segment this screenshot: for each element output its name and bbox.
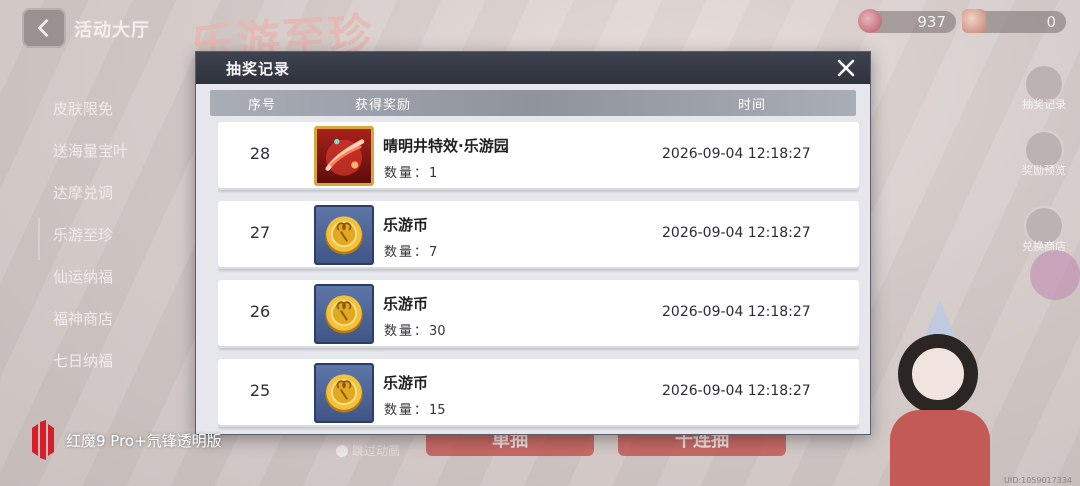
sidebar-item[interactable]: 福神商店	[38, 302, 168, 344]
column-header: 序号 获得奖励 时间	[210, 90, 856, 116]
coin-icon[interactable]	[314, 205, 374, 265]
coin-icon-art	[325, 374, 363, 413]
sidebar-item[interactable]: 仙运纳福	[38, 260, 168, 302]
draw-record-dialog: 抽奖记录 序号 获得奖励 时间 28 晴明井特效·乐游园 数量：1 2026-0…	[195, 51, 871, 435]
character-head	[898, 334, 978, 414]
record-no: 27	[249, 223, 271, 242]
quantity-label: 数量：	[384, 324, 430, 339]
quantity-value: 30	[429, 324, 446, 339]
skip-animation-toggle[interactable]: 跳过动画	[336, 442, 400, 459]
device-watermark: 红魔9 Pro+氘锋透明版	[28, 420, 222, 460]
checkbox-icon	[336, 445, 348, 457]
sidebar-item[interactable]: 达摩兑调	[38, 176, 168, 218]
quantity-value: 15	[429, 403, 446, 418]
quantity-label: 数量：	[384, 245, 430, 260]
currency-2-amount: 0	[1046, 13, 1056, 31]
reward-name: 晴明井特效·乐游园	[383, 137, 509, 155]
reward-quantity: 数量：15	[384, 399, 446, 418]
quantity-label: 数量：	[384, 403, 430, 418]
record-no: 26	[249, 302, 271, 321]
column-time: 时间	[738, 98, 767, 113]
reward-name: 乐游币	[383, 374, 429, 392]
character-body	[890, 410, 990, 486]
sidebar-item[interactable]: 七日纳福	[38, 344, 168, 386]
character-illustration	[880, 300, 1000, 486]
record-row: 28 晴明井特效·乐游园 数量：1 2026-09-04 12:18:27	[218, 122, 859, 190]
reward-quantity: 数量：7	[384, 241, 437, 260]
quantity-label: 数量：	[384, 166, 430, 181]
watermark-text: 红魔9 Pro+氘锋透明版	[66, 431, 222, 450]
quantity-value: 7	[429, 245, 438, 260]
draw-record-label: 抽奖记录	[1022, 98, 1066, 111]
record-time: 2026-09-04 12:18:27	[662, 304, 811, 320]
reward-quantity: 数量：30	[384, 320, 446, 339]
record-no: 28	[249, 144, 271, 163]
coin-icon[interactable]	[314, 284, 374, 344]
back-button[interactable]	[22, 8, 66, 48]
record-row: 26 乐游币 数量：30 2026-09-04 12:18:27	[218, 280, 859, 348]
record-time: 2026-09-04 12:18:27	[662, 225, 811, 241]
close-icon	[837, 59, 855, 77]
red-magic-logo-icon	[32, 420, 54, 460]
chevron-left-icon	[38, 19, 49, 37]
sidebar-item-active[interactable]: 乐游至珍	[38, 218, 168, 260]
token-icon	[962, 9, 986, 33]
gem-icon	[858, 9, 882, 33]
currency-1-amount: 937	[917, 13, 946, 31]
currency-1[interactable]: 937	[858, 9, 956, 33]
hall-title: 活动大厅	[74, 20, 150, 41]
record-time: 2026-09-04 12:18:27	[662, 146, 811, 162]
effect-icon-art	[325, 138, 365, 176]
sidebar-menu: 皮肤限免 送海量宝叶 达摩兑调 乐游至珍 仙运纳福 福神商店 七日纳福	[38, 92, 168, 386]
sidebar-item[interactable]: 送海量宝叶	[38, 134, 168, 176]
reward-name: 乐游币	[383, 295, 429, 313]
skip-animation-label: 跳过动画	[352, 444, 401, 458]
coin-icon-art	[325, 295, 363, 334]
balloon-decoration	[1030, 250, 1080, 300]
uid-text: UID:1059017334	[1004, 476, 1072, 485]
close-button[interactable]	[832, 54, 860, 82]
dialog-header: 抽奖记录	[196, 52, 870, 84]
coin-icon[interactable]	[314, 363, 374, 423]
coin-icon-art	[325, 216, 363, 255]
record-list[interactable]: 28 晴明井特效·乐游园 数量：1 2026-09-04 12:18:27 27	[218, 122, 859, 434]
dialog-title: 抽奖记录	[226, 59, 291, 78]
sidebar-item[interactable]: 皮肤限免	[38, 92, 168, 134]
record-row: 27 乐游币 数量：7 2026-09-04 12:18:27	[218, 201, 859, 269]
quantity-value: 1	[429, 166, 438, 181]
reward-preview-label: 奖励预览	[1022, 164, 1066, 177]
column-prize: 获得奖励	[355, 98, 412, 113]
record-time: 2026-09-04 12:18:27	[662, 383, 811, 399]
reward-name: 乐游币	[383, 216, 429, 234]
record-row: 25 乐游币 数量：15 2026-09-04 12:18:27	[218, 359, 859, 427]
currency-2[interactable]: 0	[962, 9, 1066, 33]
reward-quantity: 数量：1	[384, 162, 437, 181]
record-no: 25	[249, 381, 271, 400]
effect-icon[interactable]	[314, 126, 374, 186]
column-no: 序号	[248, 98, 277, 113]
